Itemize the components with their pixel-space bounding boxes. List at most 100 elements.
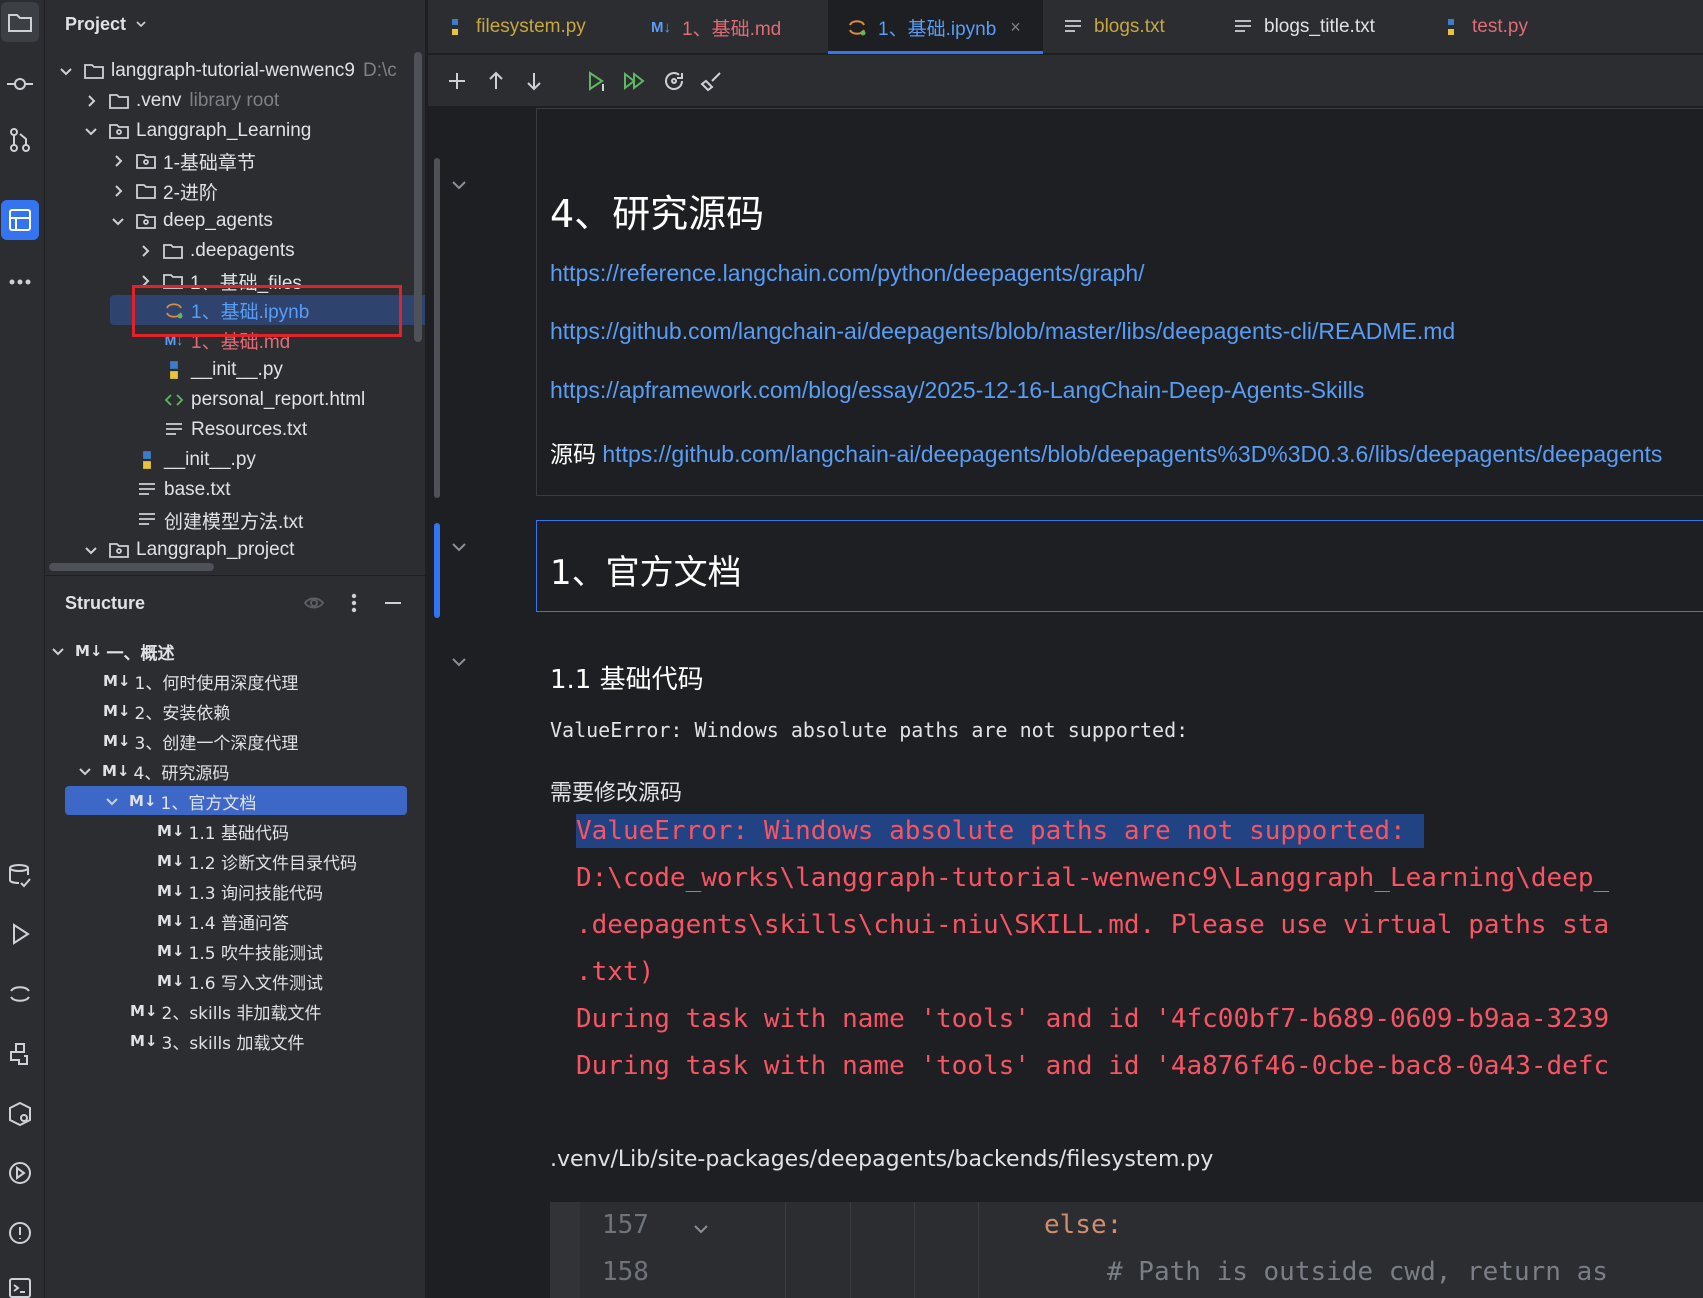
tree-item-label: __init__.py [164,449,256,470]
structure-item[interactable]: M↓ 1、何时使用深度代理 [103,666,298,696]
tab-blogs-title-txt[interactable]: blogs_title.txt [1232,0,1412,54]
structure-item[interactable]: M↓ 1.3 询问技能代码 [157,876,323,906]
run-tool-button[interactable] [1,914,39,954]
move-cell-down-button[interactable] [520,67,548,95]
indent-guide [914,1202,915,1298]
run-all-button[interactable] [620,67,648,95]
tree-item-langgraph-project[interactable]: Langgraph_project [82,535,294,565]
tab-test-py[interactable]: test.py [1440,0,1570,54]
markdown-icon: M↓ [157,912,185,930]
link-row: https://github.com/langchain-ai/deepagen… [550,318,1455,345]
github-readme-link[interactable]: https://github.com/langchain-ai/deepagen… [550,318,1455,344]
commit-tool-button[interactable] [1,64,39,104]
tree-item-basics[interactable]: 1-基础章节 [109,146,256,176]
fold-chevron-icon[interactable] [448,651,470,673]
chevron-right-icon [109,152,127,170]
tab-basics-md[interactable]: M↓ 1、基础.md [650,0,820,54]
add-cell-button[interactable] [443,67,471,95]
structure-item-official-docs[interactable]: M↓ 1、官方文档 [103,786,256,816]
tree-item-label: .venv [136,90,182,111]
link-row: https://reference.langchain.com/python/d… [550,260,1145,287]
tree-item-advanced[interactable]: 2-进阶 [109,176,218,206]
vertical-scrollbar[interactable] [414,52,422,342]
source-label: 源码 [550,441,596,467]
tree-item-model-methods-txt[interactable]: 创建模型方法.txt [136,505,303,535]
visibility-toggle-button[interactable] [301,590,327,616]
restart-kernel-button[interactable] [660,67,688,95]
horizontal-scrollbar[interactable] [49,563,214,571]
tree-item-resources-txt[interactable]: Resources.txt [163,415,307,445]
text-file-icon [136,479,158,501]
structure-item-research[interactable]: M↓ 4、研究源码 [76,756,229,786]
chevron-down-icon [82,541,100,559]
database-tool-button[interactable] [1,855,39,895]
hide-panel-button[interactable] [380,590,406,616]
structure-tool-button[interactable] [1,200,39,240]
markdown-icon: M↓ [157,822,185,840]
tree-item-venv[interactable]: .venv library root [82,86,279,116]
link-row: https://apframework.com/blog/essay/2025-… [550,377,1364,404]
tree-item-init-py[interactable]: __init__.py [163,355,283,385]
move-cell-up-button[interactable] [482,67,510,95]
run-cell-button[interactable] [583,67,611,95]
reference-link[interactable]: https://reference.langchain.com/python/d… [550,260,1145,286]
tree-item-langgraph-learning[interactable]: Langgraph_Learning [82,116,311,146]
markdown-icon: M↓ [103,672,131,690]
structure-item[interactable]: M↓ 2、安装依赖 [103,696,230,726]
terminal-tool-button[interactable] [1,1268,39,1298]
text-file-icon [136,509,158,531]
structure-item[interactable]: M↓ 1.5 吹牛技能测试 [157,936,323,966]
options-button[interactable] [341,590,367,616]
structure-item[interactable]: M↓ 1.1 基础代码 [157,816,289,846]
jupyter-tool-button[interactable] [1,974,39,1014]
services-tool-button[interactable] [1,1153,39,1193]
structure-item-overview[interactable]: M↓ 一、概述 [49,636,175,666]
tree-item-deep-agents[interactable]: deep_agents [109,206,273,236]
python-console-button[interactable] [1,1034,39,1074]
python-file-icon [136,449,158,471]
chevron-down-icon [49,642,67,660]
source-code-link[interactable]: https://github.com/langchain-ai/deepagen… [602,441,1662,467]
line-number: 157 [602,1210,649,1240]
pull-requests-tool-button[interactable] [1,120,39,160]
structure-item[interactable]: M↓ 3、创建一个深度代理 [103,726,298,756]
fold-chevron-icon[interactable] [448,174,470,196]
structure-item[interactable]: M↓ 2、skills 非加载文件 [130,996,321,1026]
clear-outputs-button[interactable] [698,67,726,95]
tree-item-deepagents-dir[interactable]: .deepagents [136,236,295,266]
tree-item-project-root[interactable]: langgraph-tutorial-wenwenc9 D:\c [57,56,397,86]
tree-item-base-txt[interactable]: base.txt [136,475,231,505]
markdown-icon: M↓ [75,642,103,660]
structure-item-label: 3、创建一个深度代理 [134,733,299,754]
python-packages-button[interactable] [1,1094,39,1134]
markdown-icon: M↓ [157,882,185,900]
tab-filesystem-py[interactable]: filesystem.py [444,0,624,54]
project-tool-button[interactable] [1,2,39,42]
problems-tool-button[interactable] [1,1213,39,1253]
fold-chevron-icon[interactable] [448,536,470,558]
more-tools-button[interactable] [1,262,39,302]
run-all-icon [624,71,645,91]
chevron-down-icon [82,122,100,140]
project-panel-header[interactable]: Project [45,0,425,48]
tree-item-report-html[interactable]: personal_report.html [163,385,365,415]
tab-basics-ipynb[interactable]: 1、基础.ipynb × [828,0,1043,54]
package-folder-icon [108,539,130,561]
error-line: D:\code_works\langgraph-tutorial-wenwenc… [576,863,1610,893]
blog-link[interactable]: https://apframework.com/blog/essay/2025-… [550,377,1364,403]
structure-item[interactable]: M↓ 3、skills 加载文件 [130,1026,304,1056]
jupyter-icon [846,16,868,38]
structure-item[interactable]: M↓ 1.2 诊断文件目录代码 [157,846,357,876]
minimize-icon [385,602,401,604]
structure-item[interactable]: M↓ 1.4 普通问答 [157,906,289,936]
tab-blogs-txt[interactable]: blogs.txt [1062,0,1212,54]
close-icon[interactable]: × [1010,17,1021,38]
structure-item-label: 1.3 询问技能代码 [188,883,323,904]
restart-icon [665,72,684,90]
tree-item-init-py-2[interactable]: __init__.py [136,445,256,475]
heading-research-source: 4、研究源码 [550,192,765,236]
notebook-editor[interactable]: 4、研究源码 https://reference.langchain.com/p… [428,108,1703,1298]
structure-item[interactable]: M↓ 1.6 写入文件测试 [157,966,323,996]
panel-title: Project [65,13,127,34]
markdown-icon: M↓ [103,702,131,720]
